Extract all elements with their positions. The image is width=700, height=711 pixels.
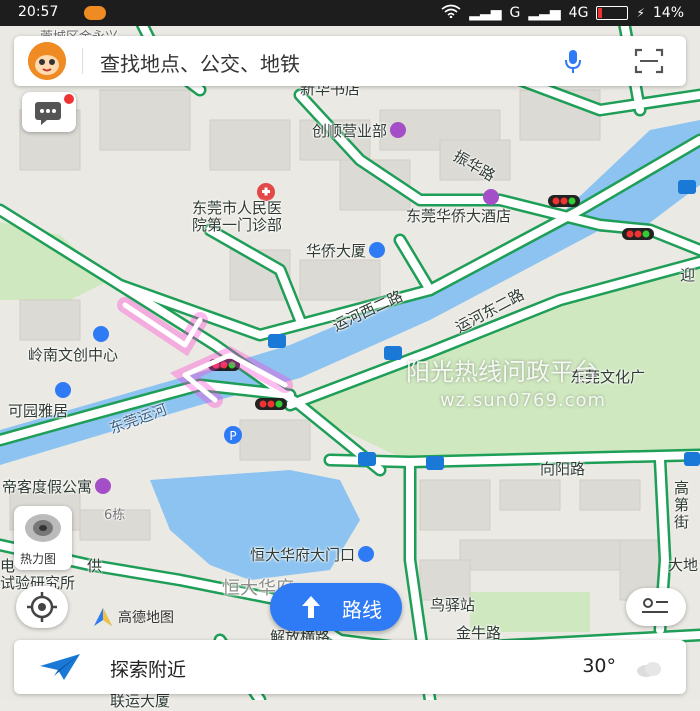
hotel-icon: [95, 478, 112, 494]
paper-plane-icon: [40, 654, 80, 680]
map-label-huaqiao-tower[interactable]: 华侨大厦: [306, 240, 386, 261]
list-icon: [642, 598, 668, 613]
network-type: 4G: [568, 5, 589, 21]
signal-icon: ▂▃▅: [469, 5, 502, 21]
search-input[interactable]: 查找地点、公交、地铁: [100, 48, 300, 77]
map-label-dijie[interactable]: 帝客度假公寓: [2, 476, 112, 497]
search-bar[interactable]: 查找地点、公交、地铁: [14, 36, 686, 86]
locate-button[interactable]: [16, 586, 68, 628]
unread-dot: [64, 94, 74, 104]
status-time: 20:57: [18, 4, 59, 20]
map-label-building6: 6栋: [104, 508, 126, 523]
heatmap-label: 热力图: [20, 552, 57, 566]
search-divider: [82, 48, 83, 74]
charging-icon: ⚡: [636, 6, 645, 20]
cloud-icon: [637, 662, 661, 677]
amap-logo-text: 高德地图: [118, 610, 174, 626]
amap-logo-icon: [94, 608, 112, 626]
route-label: 路线: [342, 598, 382, 622]
notification-icon: [84, 6, 106, 20]
battery-icon: [596, 6, 629, 20]
svg-text:P: P: [229, 429, 236, 443]
watermark-title: 阳光热线问政平台: [406, 358, 598, 386]
map-label-right-edge: 迎: [680, 266, 696, 284]
wifi-icon: [441, 4, 461, 22]
building-icon: [358, 546, 375, 562]
signal-type: G: [509, 5, 521, 21]
map-label-gaodi: 高第街: [674, 479, 690, 531]
battery-percent: 14%: [652, 5, 684, 21]
map-label-chuangshun[interactable]: 创顺营业部: [312, 120, 407, 141]
route-arrow-icon: [302, 596, 320, 618]
explore-nearby-bar[interactable]: 探索附近 30°: [14, 640, 686, 694]
scan-icon[interactable]: [634, 48, 664, 74]
locate-icon: [27, 592, 57, 622]
map-label-lingnan[interactable]: 岭南文创中心: [28, 326, 118, 365]
map-label-xiangyang-road: 向阳路: [540, 460, 586, 478]
watermark-url: wz.sun0769.com: [440, 390, 607, 411]
map-label-hengda-gate[interactable]: 恒大华府大门口: [250, 544, 375, 565]
avatar[interactable]: [28, 42, 66, 80]
map-label-huaqiao-hotel[interactable]: 东莞华侨大酒店: [406, 189, 511, 226]
shop-icon: [390, 122, 407, 138]
temperature: 30°: [582, 655, 616, 677]
heatmap-icon: [25, 514, 61, 542]
map-label-postal[interactable]: 鸟驿站: [430, 594, 475, 615]
building-icon: [369, 242, 386, 258]
signal-icon-2: ▂▃▅: [528, 5, 561, 21]
map-label-dadi: 大地: [668, 556, 699, 574]
route-button[interactable]: 路线: [270, 583, 402, 631]
message-button[interactable]: [22, 92, 76, 132]
status-bar: 20:57 ▂▃▅ G ▂▃▅ 4G ⚡ 14%: [0, 0, 700, 26]
amap-logo: 高德地图: [92, 606, 174, 628]
microphone-icon[interactable]: [562, 48, 584, 74]
explore-label: 探索附近: [110, 659, 187, 681]
building-icon: [55, 382, 71, 398]
map-label-keyuan[interactable]: 可园雅居: [8, 382, 71, 421]
heatmap-button[interactable]: 热力图: [14, 506, 72, 570]
map-label-hospital[interactable]: 东莞市人民医 院第一门诊部: [192, 200, 282, 234]
hotel-icon: [483, 189, 499, 205]
building-icon: [93, 326, 109, 342]
list-button[interactable]: [626, 588, 686, 626]
